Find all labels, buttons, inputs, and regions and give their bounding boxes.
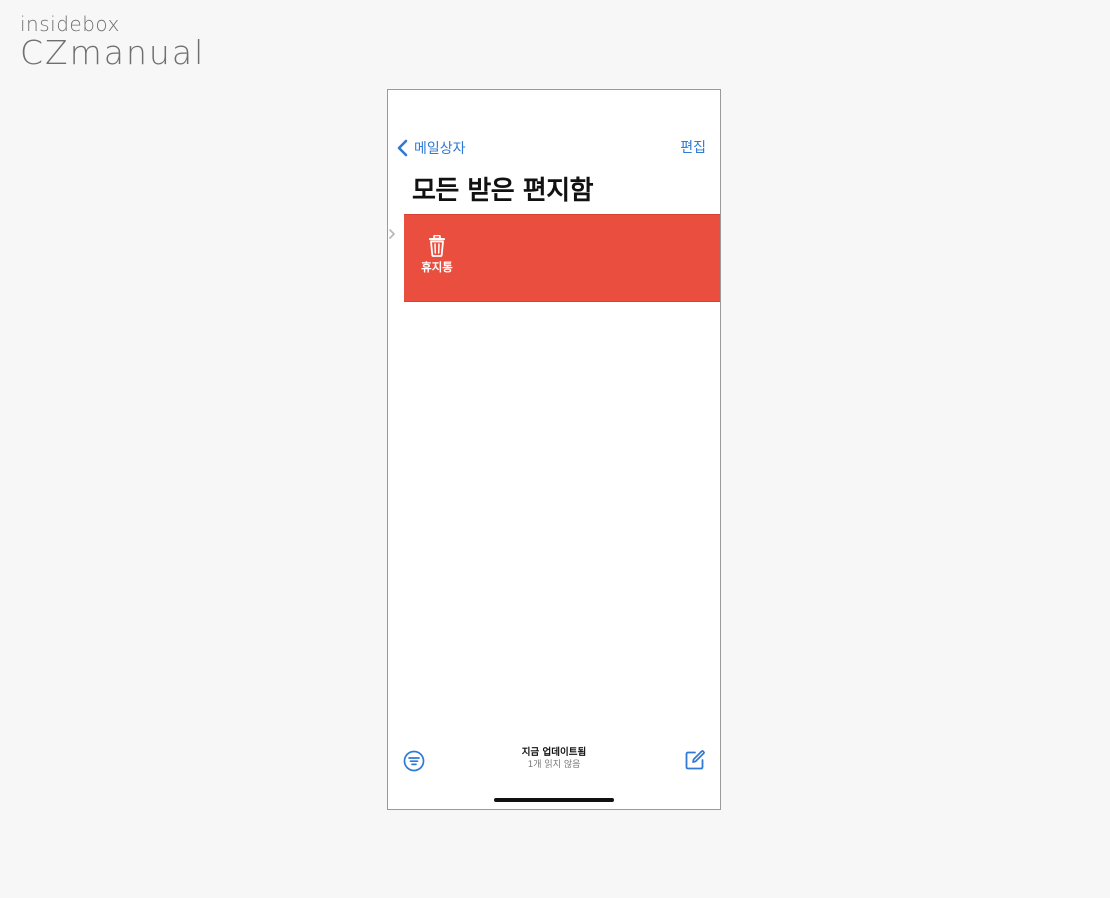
trash-action-button[interactable]: 휴지통 (418, 235, 456, 275)
home-indicator (494, 798, 614, 802)
brand-line-2: CZmanual (20, 33, 206, 72)
status-updated-text: 지금 업데이트됨 (521, 747, 587, 758)
chevron-right-icon (388, 225, 396, 244)
brand-watermark: insidebox CZmanual (20, 12, 205, 70)
swipe-delete-row[interactable]: 휴지통 (404, 214, 720, 302)
compose-button[interactable] (684, 749, 706, 771)
back-button[interactable]: 메일상자 (396, 138, 466, 158)
update-status: 지금 업데이트됨 1개 읽지 않음 (388, 747, 720, 771)
trash-icon (418, 235, 456, 257)
page-title: 모든 받은 편지함 (412, 176, 594, 206)
edit-button[interactable]: 편집 (680, 138, 706, 158)
chevron-left-icon (396, 139, 408, 157)
status-unread-text: 1개 읽지 않음 (527, 760, 581, 770)
back-button-label: 메일상자 (414, 141, 466, 157)
compose-icon (684, 750, 706, 775)
phone-screen: 메일상자 편집 모든 받은 편지함 휴지통 지금 업데이트됨 1개 읽지 않음 (387, 89, 721, 810)
trash-label: 휴지통 (421, 260, 453, 274)
